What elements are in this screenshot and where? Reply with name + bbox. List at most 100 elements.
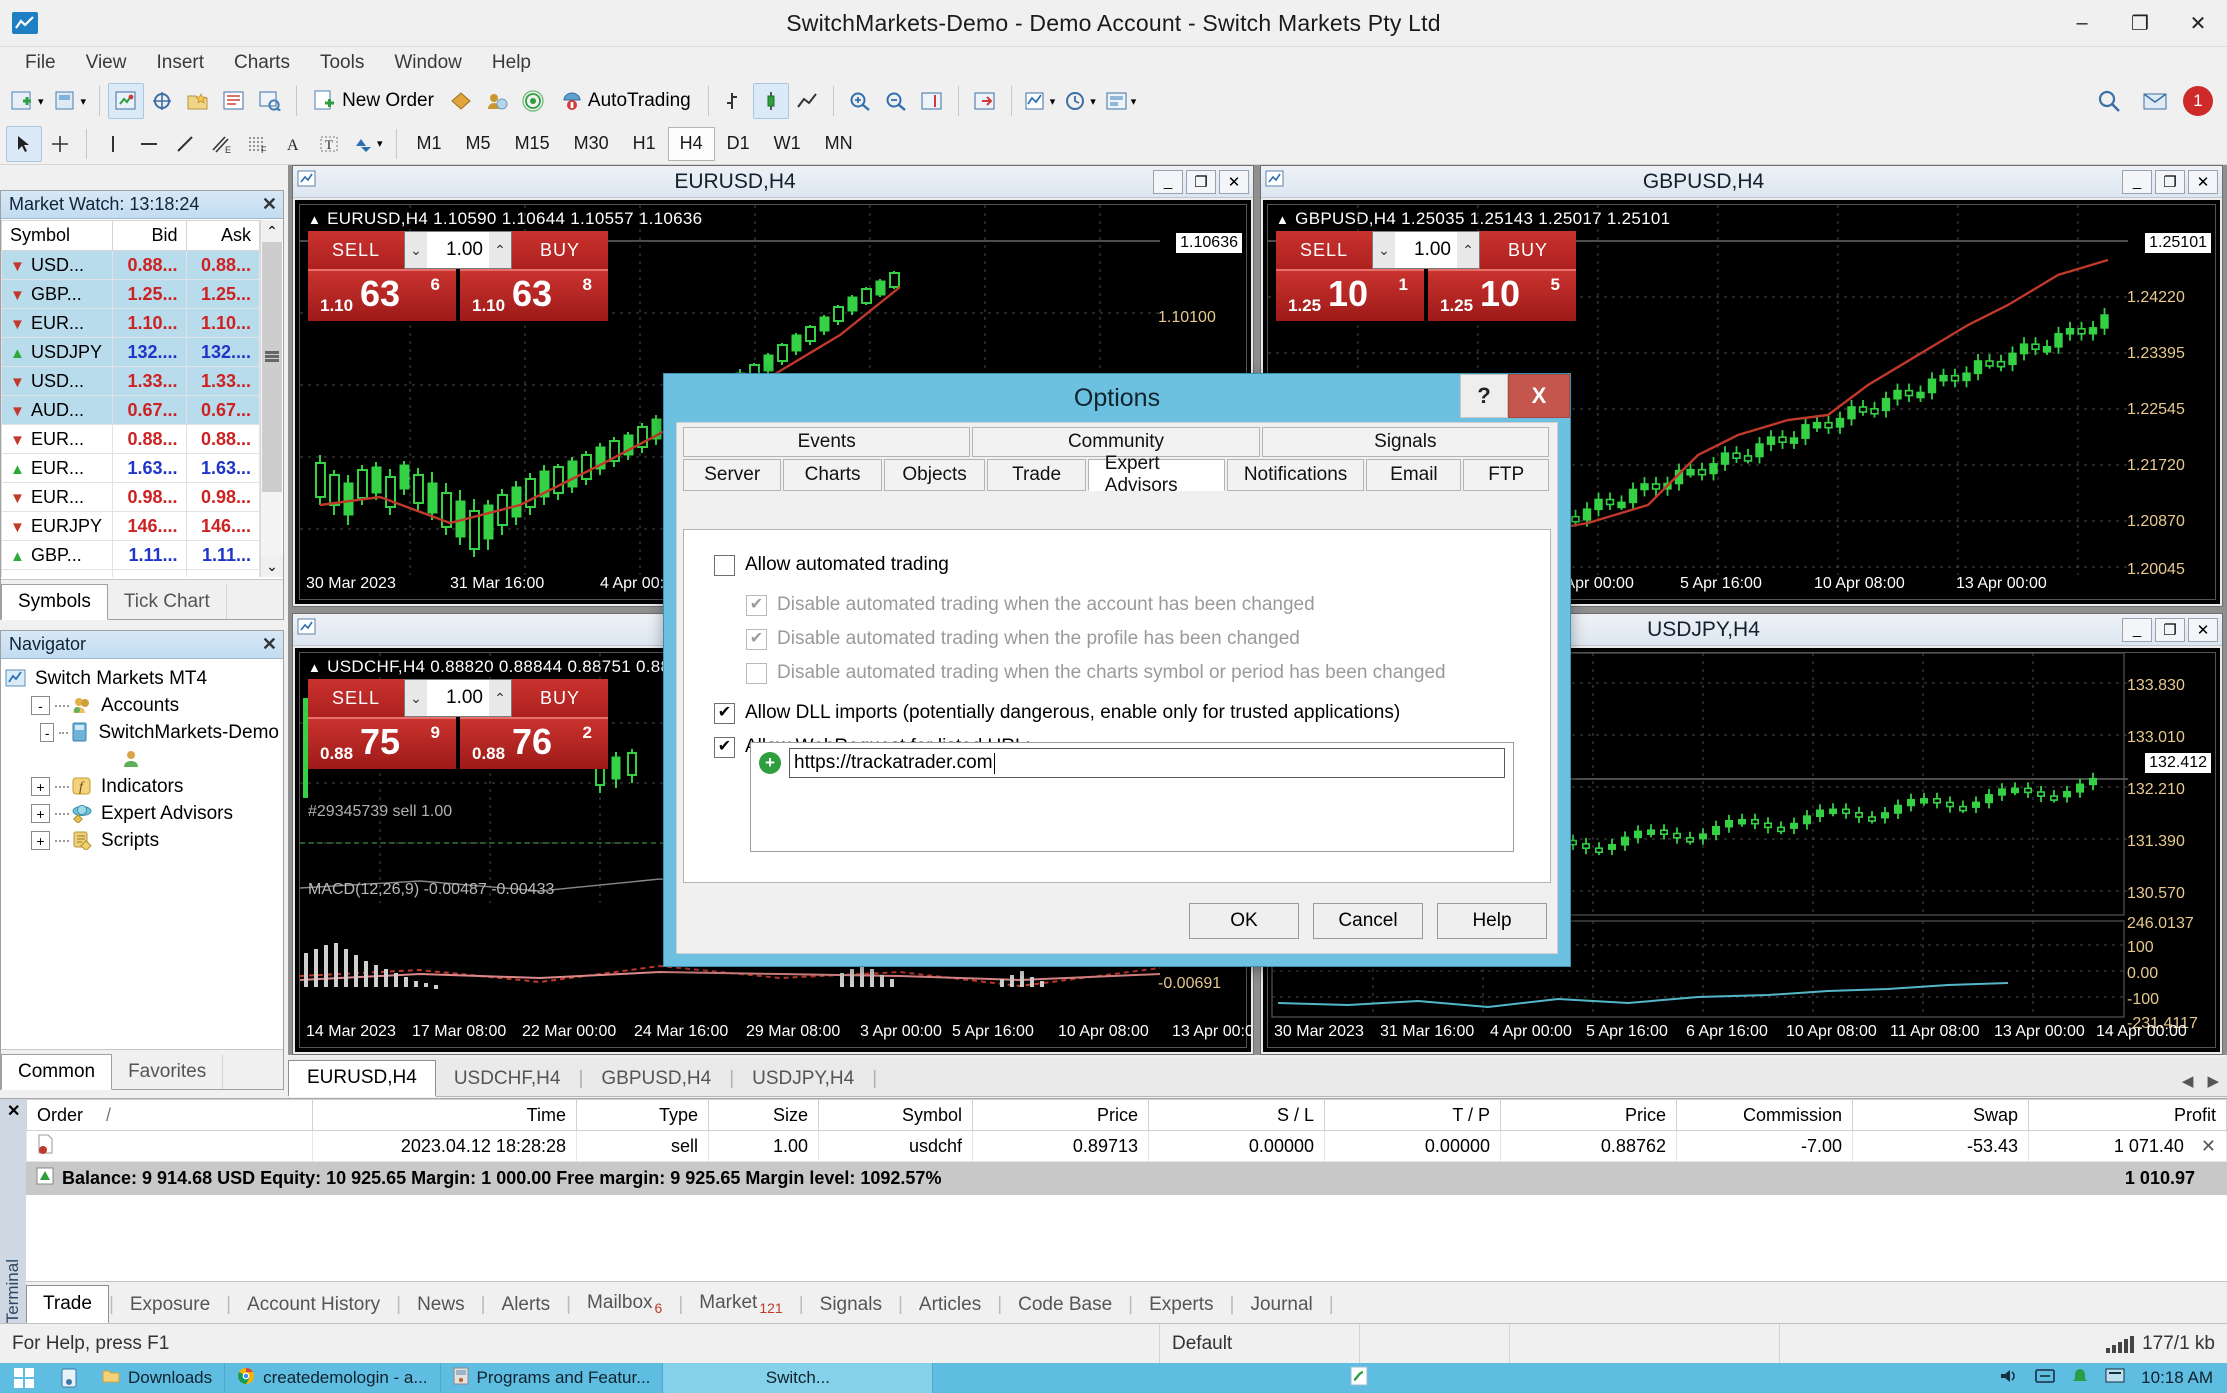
- one-click-trading-panel-eurusd[interactable]: SELL ⌄ 1.00 ⌃ BUY 1.10 63 6 1.10 63 8: [308, 231, 608, 321]
- url-list-row[interactable]: + https://trackatrader.com: [751, 743, 1513, 778]
- chart-shift-icon[interactable]: [914, 83, 950, 119]
- market-watch-row[interactable]: ▼ GBP... 1.25... 1.25...: [1, 279, 260, 309]
- volume-icon[interactable]: [1999, 1367, 2019, 1390]
- menu-item-insert[interactable]: Insert: [141, 49, 219, 77]
- navigator-item-indicators[interactable]: + f Indicators: [5, 773, 279, 800]
- chart-minimize-icon[interactable]: _: [1153, 169, 1183, 194]
- chart-close-icon[interactable]: ✕: [1219, 169, 1249, 194]
- horizontal-line-icon[interactable]: [131, 126, 167, 162]
- trendline-icon[interactable]: [167, 126, 203, 162]
- zoom-in-icon[interactable]: [842, 83, 878, 119]
- period-m5[interactable]: M5: [454, 127, 503, 161]
- column-header-ask[interactable]: Ask: [185, 220, 260, 251]
- tab-tick-chart[interactable]: Tick Chart: [108, 585, 227, 619]
- close-icon[interactable]: ✕: [7, 1101, 20, 1121]
- volume-stepper[interactable]: ⌄ 1.00 ⌃: [404, 231, 512, 269]
- volume-increase-icon[interactable]: ⌃: [489, 680, 511, 716]
- volume-increase-icon[interactable]: ⌃: [1457, 232, 1479, 268]
- terminal-tab-alerts[interactable]: Alerts: [486, 1287, 567, 1323]
- candlestick-chart-icon[interactable]: [752, 83, 789, 119]
- column-header-time[interactable]: Time: [312, 1099, 577, 1131]
- equidistant-channel-icon[interactable]: E: [203, 126, 239, 162]
- network-icon[interactable]: [2035, 1367, 2055, 1390]
- tab-charts[interactable]: Charts: [783, 459, 882, 491]
- navigator-item-switchmarkets-demo[interactable]: - SwitchMarkets-Demo: [5, 719, 279, 746]
- templates-icon[interactable]: ▾: [1101, 83, 1142, 119]
- buy-price-display[interactable]: 0.88 76 2: [460, 717, 608, 769]
- close-button[interactable]: ✕: [2169, 0, 2227, 47]
- taskbar-item-downloads[interactable]: Downloads: [90, 1363, 226, 1393]
- column-header-price2[interactable]: Price: [1500, 1099, 1677, 1131]
- tab-expert-advisors[interactable]: Expert Advisors: [1087, 453, 1225, 496]
- cursor-icon[interactable]: [6, 125, 42, 162]
- column-header-tp[interactable]: T / P: [1324, 1099, 1501, 1131]
- line-chart-icon[interactable]: [789, 83, 825, 119]
- add-url-icon[interactable]: +: [759, 752, 781, 774]
- chart-minimize-icon[interactable]: _: [2122, 169, 2152, 194]
- terminal-tab-experts[interactable]: Experts: [1133, 1287, 1229, 1323]
- market-watch-row[interactable]: ▼ USD... 1.33... 1.33...: [1, 366, 260, 396]
- menu-item-file[interactable]: File: [10, 49, 71, 77]
- dialog-help-button[interactable]: ?: [1460, 374, 1508, 418]
- tree-expander-icon[interactable]: +: [31, 804, 50, 823]
- checkbox-row-disable-on-profile-change[interactable]: ✔ Disable automated trading when the pro…: [746, 622, 1550, 656]
- scroll-left-icon[interactable]: ◀: [2182, 1072, 2194, 1090]
- period-m30[interactable]: M30: [562, 127, 621, 161]
- data-window-icon[interactable]: [144, 83, 180, 119]
- checkbox-row-disable-on-symbol-change[interactable]: Disable automated trading when the chart…: [746, 656, 1550, 690]
- text-label-icon[interactable]: T: [311, 126, 347, 162]
- volume-value[interactable]: 1.00: [1395, 239, 1457, 261]
- market-watch-row[interactable]: ▼ EUR... 1.10... 1.10...: [1, 308, 260, 338]
- terminal-tab-news[interactable]: News: [401, 1287, 481, 1323]
- url-input[interactable]: https://trackatrader.com: [789, 748, 1505, 778]
- sell-button[interactable]: SELL: [308, 231, 404, 269]
- menu-item-help[interactable]: Help: [477, 49, 546, 77]
- column-header-symbol[interactable]: Symbol: [818, 1099, 973, 1131]
- table-row[interactable]: 2023.04.12 18:28:28 sell 1.00 usdchf 0.8…: [26, 1130, 2227, 1162]
- market-watch-icon[interactable]: [108, 83, 145, 119]
- terminal-tab-trade[interactable]: Trade: [26, 1285, 109, 1324]
- menu-item-charts[interactable]: Charts: [219, 49, 305, 77]
- tree-expander-icon[interactable]: -: [40, 723, 54, 742]
- chart-restore-icon[interactable]: ❐: [2155, 617, 2185, 642]
- period-h1[interactable]: H1: [621, 127, 668, 161]
- menu-item-window[interactable]: Window: [379, 49, 477, 77]
- scroll-right-icon[interactable]: ▶: [2207, 1072, 2219, 1090]
- tab-symbols[interactable]: Symbols: [1, 584, 108, 620]
- vertical-line-icon[interactable]: [95, 126, 131, 162]
- metaeditor-icon[interactable]: [443, 83, 479, 119]
- checkbox-allow-dll-imports[interactable]: ✔: [714, 702, 735, 724]
- tab-email[interactable]: Email: [1366, 459, 1462, 491]
- cancel-button[interactable]: Cancel: [1313, 903, 1423, 939]
- checkbox-row-allow-automated-trading[interactable]: Allow automated trading: [714, 548, 1550, 582]
- terminal-tab-journal[interactable]: Journal: [1234, 1287, 1328, 1323]
- bar-chart-icon[interactable]: [717, 83, 753, 119]
- period-m1[interactable]: M1: [405, 127, 454, 161]
- periodicity-icon[interactable]: ▾: [1060, 83, 1101, 119]
- market-watch-row[interactable]: ▲ USDJPY 132.... 132....: [1, 337, 260, 367]
- indicators-list-icon[interactable]: ▾: [1020, 83, 1061, 119]
- navigator-item-scripts[interactable]: + Scripts: [5, 827, 279, 854]
- column-header-type[interactable]: Type: [576, 1099, 709, 1131]
- close-order-icon[interactable]: ✕: [2201, 1136, 2216, 1156]
- terminal-icon[interactable]: [216, 83, 252, 119]
- strategy-tester-icon[interactable]: [252, 83, 288, 119]
- volume-decrease-icon[interactable]: ⌄: [1373, 232, 1395, 268]
- period-d1[interactable]: D1: [715, 127, 762, 161]
- period-m15[interactable]: M15: [503, 127, 562, 161]
- sell-button[interactable]: SELL: [308, 679, 404, 717]
- file-explorer-icon[interactable]: [48, 1363, 90, 1393]
- volume-value[interactable]: 1.00: [427, 687, 489, 709]
- navigator-item-accounts[interactable]: - Accounts: [5, 692, 279, 719]
- tab-notifications[interactable]: Notifications: [1226, 459, 1365, 491]
- tab-server[interactable]: Server: [683, 459, 782, 491]
- navigator-item-switch-markets-mt4[interactable]: Switch Markets MT4: [5, 665, 279, 692]
- clock[interactable]: 10:18 AM: [2141, 1368, 2213, 1388]
- sell-price-display[interactable]: 1.10 63 6: [308, 269, 456, 321]
- column-header-commission[interactable]: Commission: [1676, 1099, 1853, 1131]
- market-watch-row[interactable]: ▲ EUR... 1.63... 1.63...: [1, 453, 260, 483]
- buy-button[interactable]: BUY: [1480, 231, 1576, 269]
- checkbox-row-disable-on-account-change[interactable]: ✔ Disable automated trading when the acc…: [746, 588, 1550, 622]
- explorer-tray-icon[interactable]: [2105, 1367, 2125, 1390]
- scroll-down-icon[interactable]: ⌄: [261, 555, 283, 577]
